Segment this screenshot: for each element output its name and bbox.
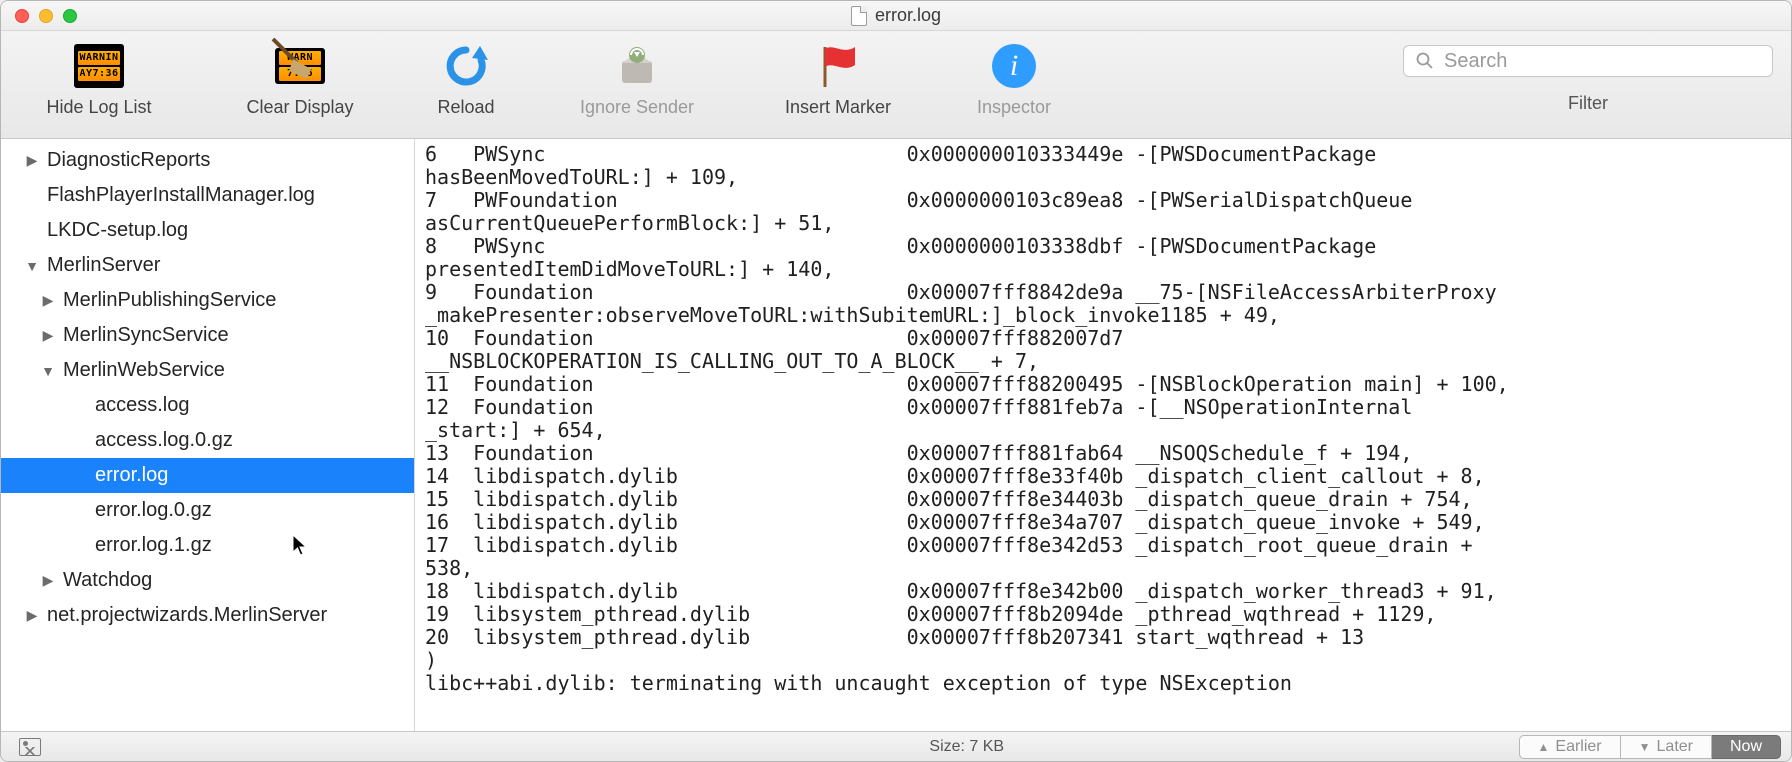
clear-display-button[interactable]: WARN7:36 Clear Display <box>225 41 375 118</box>
search-placeholder: Search <box>1444 50 1507 73</box>
sidebar-item-label: DiagnosticReports <box>47 149 210 172</box>
toolbar-label: Insert Marker <box>785 97 891 118</box>
sidebar-item-label: access.log <box>95 394 190 417</box>
chevron-down-icon[interactable]: ▼ <box>41 363 55 379</box>
titlebar: error.log <box>1 1 1791 31</box>
toolbar: WARNINAY7:36 Hide Log List WARN7:36 Clea… <box>1 31 1791 139</box>
chevron-right-icon[interactable]: ▶ <box>41 327 55 344</box>
chevron-right-icon[interactable]: ▶ <box>25 152 39 169</box>
trash-mail-icon <box>612 41 662 91</box>
later-button[interactable]: ▼ Later <box>1621 735 1712 759</box>
toolbar-label: Inspector <box>977 97 1051 118</box>
sidebar-item-merlinsyncservice[interactable]: ▶ MerlinSyncService <box>1 318 414 353</box>
status-bar: Size: 7 KB ▲ Earlier ▼ Later Now <box>1 731 1791 761</box>
toolbar-label: Clear Display <box>246 97 353 118</box>
ignore-sender-button[interactable]: Ignore Sender <box>557 41 717 118</box>
sidebar-item-label: MerlinWebService <box>63 359 225 382</box>
sidebar-item-merlinwebservice[interactable]: ▼ MerlinWebService <box>1 353 414 388</box>
sidebar-item-merlinpublishingservice[interactable]: ▶ MerlinPublishingService <box>1 283 414 318</box>
sidebar-item-label: MerlinSyncService <box>63 324 229 347</box>
search-input[interactable]: Search <box>1403 45 1773 77</box>
sidebar-item-label: net.projectwizards.MerlinServer <box>47 604 327 627</box>
chevron-down-icon[interactable]: ▼ <box>25 258 39 274</box>
inspector-button[interactable]: i Inspector <box>959 41 1069 118</box>
close-window-button[interactable] <box>15 9 29 23</box>
log-list-sidebar[interactable]: ▶ DiagnosticReports FlashPlayerInstallMana… <box>1 139 415 731</box>
chevron-right-icon[interactable]: ▶ <box>41 572 55 589</box>
chevron-right-icon[interactable]: ▶ <box>25 607 39 624</box>
info-icon: i <box>989 41 1039 91</box>
sidebar-item-error-log-0-gz[interactable]: error.log.0.gz <box>1 493 414 528</box>
window-title: error.log <box>875 5 941 26</box>
file-size-label: Size: 7 KB <box>415 738 1519 756</box>
up-triangle-icon: ▲ <box>1538 740 1550 754</box>
sidebar-item-merlinserver[interactable]: ▼ MerlinServer <box>1 248 414 283</box>
sidebar-item-label: error.log.1.gz <box>95 534 212 557</box>
fullscreen-window-button[interactable] <box>63 9 77 23</box>
sidebar-item-access-log-0-gz[interactable]: access.log.0.gz <box>1 423 414 458</box>
log-panel-icon: WARNINAY7:36 <box>74 44 124 88</box>
earlier-label: Earlier <box>1555 738 1601 756</box>
sidebar-item-label: MerlinServer <box>47 254 160 277</box>
sidebar-item-watchdog[interactable]: ▶ Watchdog <box>1 563 414 598</box>
thumbnail-toggle-icon[interactable] <box>19 738 41 756</box>
sidebar-item-flashplayerinstallmanager-log[interactable]: FlashPlayerInstallManager.log <box>1 178 414 213</box>
hide-log-list-button[interactable]: WARNINAY7:36 Hide Log List <box>19 41 179 118</box>
sidebar-item-diagnosticreports[interactable]: ▶ DiagnosticReports <box>1 143 414 178</box>
now-label: Now <box>1730 738 1762 756</box>
sidebar-item-label: error.log.0.gz <box>95 499 212 522</box>
now-button[interactable]: Now <box>1712 735 1781 759</box>
sidebar-item-error-log[interactable]: error.log <box>1 458 414 493</box>
log-panel-small-icon: WARN7:36 <box>275 48 325 84</box>
toolbar-label: Ignore Sender <box>580 97 694 118</box>
reload-icon <box>441 41 491 91</box>
sidebar-item-label: MerlinPublishingService <box>63 289 276 312</box>
log-text: 6 PWSync 0x000000010333449e -[PWSDocumen… <box>425 143 1781 695</box>
sidebar-item-label: access.log.0.gz <box>95 429 233 452</box>
sidebar-item-lkdc-setup-log[interactable]: LKDC-setup.log <box>1 213 414 248</box>
later-label: Later <box>1657 738 1693 756</box>
sidebar-item-label: Watchdog <box>63 569 152 592</box>
down-triangle-icon: ▼ <box>1639 740 1651 754</box>
log-content[interactable]: 6 PWSync 0x000000010333449e -[PWSDocumen… <box>415 139 1791 731</box>
sidebar-item-net-projectwizards-merlinserver[interactable]: ▶ net.projectwizards.MerlinServer <box>1 598 414 633</box>
earlier-button[interactable]: ▲ Earlier <box>1519 735 1621 759</box>
insert-marker-button[interactable]: Insert Marker <box>763 41 913 118</box>
sidebar-item-label: LKDC-setup.log <box>47 219 188 242</box>
search-icon <box>1416 52 1434 70</box>
sidebar-item-access-log[interactable]: access.log <box>1 388 414 423</box>
reload-button[interactable]: Reload <box>421 41 511 118</box>
sidebar-item-error-log-1-gz[interactable]: error.log.1.gz <box>1 528 414 563</box>
sidebar-item-label: FlashPlayerInstallManager.log <box>47 184 315 207</box>
minimize-window-button[interactable] <box>39 9 53 23</box>
toolbar-label: Hide Log List <box>46 97 151 118</box>
document-icon <box>851 6 867 26</box>
flag-icon <box>813 41 863 91</box>
sidebar-item-label: error.log <box>95 464 168 487</box>
toolbar-label: Reload <box>437 97 494 118</box>
filter-label: Filter <box>1568 93 1608 114</box>
chevron-right-icon[interactable]: ▶ <box>41 292 55 309</box>
